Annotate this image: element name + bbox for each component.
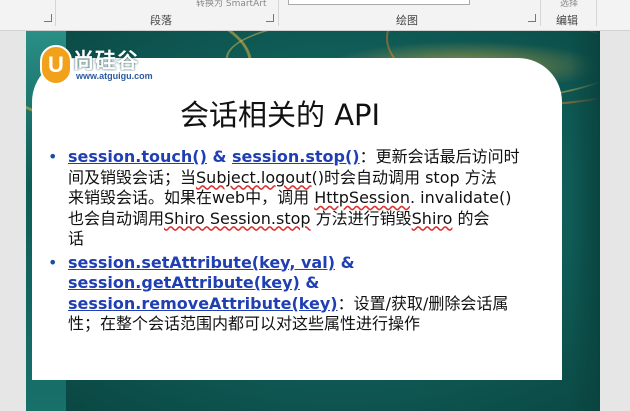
text: . invalidate() [409,188,512,207]
editing-group-label: 编辑 [556,14,578,27]
ribbon-separator [278,0,279,26]
ribbon: 转换为 SmartArt 选择 段落 绘图 编辑 [0,0,630,31]
keyword: session.removeAttribute(key) [68,293,338,313]
spellcheck-text: Shiro [411,208,453,228]
text: 也会自动调用 [68,208,165,228]
slide-body[interactable]: • session.touch() & session.stop()：更新会话最… [48,147,558,335]
text: 性；在整个会话范围内都可以对这些属性进行操作 [68,314,421,333]
bullet-line: 来销毁会话。如果在web中，调用 HttpSession. invalidate… [68,188,558,209]
bullet-line: session.removeAttribute(key)：设置/获取/删除会话属 [68,294,558,315]
text: ：设置/获取/删除会话属 [337,293,509,313]
spellcheck-text: Shiro Session.stop [164,208,311,228]
bullet-item: • session.setAttribute(key, val) & sessi… [48,253,558,335]
bullet-line: 话 [68,229,558,250]
slide-title[interactable]: 会话相关的 API [180,92,380,134]
text: ：更新会话最后访问时 [359,147,520,166]
smartart-clip[interactable]: 转换为 SmartArt [196,0,266,9]
bullet-line: session.getAttribute(key) & [68,273,558,294]
text: 间及销毁会话；当 [68,167,197,187]
ribbon-separator [596,0,597,26]
ampersand: & [206,147,232,166]
ribbon-separator [540,0,541,26]
atguigu-logo: U 尚硅谷 www.atguigu.com [40,45,170,85]
bullet-item: • session.touch() & session.stop()：更新会话最… [48,147,558,250]
logo-badge: U [40,45,72,85]
bullet-line: 性；在整个会话范围内都可以对这些属性进行操作 [68,314,558,335]
keyword: session.getAttribute(key) [68,273,300,292]
drawing-group-launcher[interactable] [528,14,536,22]
drawing-group-label: 绘图 [396,14,418,27]
font-group-launcher[interactable] [44,14,52,22]
ribbon-separator [55,0,56,26]
keyword: session.touch() [68,147,207,166]
paragraph-group-label: 段落 [150,14,172,27]
text: ()时会自动调用 stop 方法 [311,167,497,187]
spellcheck-text: HttpSession [314,188,410,207]
paragraph-group-launcher[interactable] [266,14,274,22]
bullet-line: 也会自动调用Shiro Session.stop 方法进行销毁Shiro 的会 [68,209,558,230]
slide-background-edge [570,31,600,411]
spellcheck-text: Subject.logout [196,167,312,187]
text: 来销毁会话。如果在web中，调用 [68,188,315,207]
ampersand: & [335,252,355,272]
select-clip[interactable]: 选择 [560,0,578,9]
text: 的会 [452,208,490,228]
bullet-dot-icon: • [48,252,58,272]
bullet-line: session.touch() & session.stop()：更新会话最后访… [68,147,558,168]
text: 方法进行销毁 [310,208,412,228]
ampersand: & [299,273,320,292]
bullet-dot-icon: • [48,147,58,166]
shape-gallery-clip[interactable] [288,0,470,5]
bullet-line: session.setAttribute(key, val) & [68,253,558,274]
keyword: session.stop() [232,147,360,166]
text: 话 [68,229,85,248]
keyword: session.setAttribute(key, val) [68,252,336,272]
logo-url: www.atguigu.com [74,71,155,81]
bullet-line: 间及销毁会话；当Subject.logout()时会自动调用 stop 方法 [68,168,558,189]
